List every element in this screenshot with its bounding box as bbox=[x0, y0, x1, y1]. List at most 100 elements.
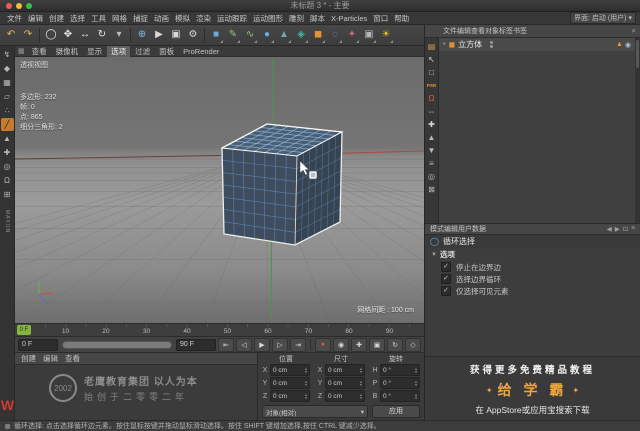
menubar-item[interactable]: 运动图形 bbox=[250, 13, 286, 24]
value-input[interactable]: 0 cm▴▾ bbox=[325, 364, 365, 376]
minimize-window-button[interactable] bbox=[16, 3, 22, 9]
stepper-down-icon[interactable]: ▾ bbox=[305, 383, 307, 386]
start-frame-input[interactable]: 0 F bbox=[18, 339, 58, 351]
checkbox[interactable]: ✓ bbox=[441, 262, 451, 272]
stepper[interactable]: ▴▾ bbox=[415, 367, 417, 373]
arrow-up-icon[interactable]: ▲ bbox=[426, 131, 438, 143]
simulate-button[interactable]: ✦ bbox=[344, 27, 360, 44]
stepper-down-icon[interactable]: ▾ bbox=[415, 370, 417, 373]
polygon-selection-tag[interactable]: ▲ bbox=[616, 41, 623, 49]
menubar-item[interactable]: 动画 bbox=[151, 13, 172, 24]
object-manager-scrollbar[interactable] bbox=[635, 38, 640, 223]
expand-dot[interactable]: • bbox=[443, 41, 445, 48]
menubar-item[interactable]: 运动跟踪 bbox=[214, 13, 250, 24]
stepper[interactable]: ▴▾ bbox=[360, 380, 362, 386]
selection-cursor-icon[interactable]: ↖ bbox=[426, 53, 438, 65]
stepper-down-icon[interactable]: ▾ bbox=[415, 396, 417, 399]
object-manager-menu-item[interactable]: 编辑 bbox=[457, 26, 471, 36]
preview-range-slider[interactable] bbox=[62, 341, 172, 349]
end-frame-input[interactable]: 90 F bbox=[176, 339, 216, 351]
spline-button[interactable]: ∿ bbox=[242, 27, 258, 44]
prev-frame-button[interactable]: ◁ bbox=[236, 338, 252, 352]
object-manager-menu-item[interactable]: 书签 bbox=[513, 26, 527, 36]
stepper-down-icon[interactable]: ▾ bbox=[360, 383, 362, 386]
stepper-down-icon[interactable]: ▾ bbox=[360, 396, 362, 399]
folder-icon[interactable]: ▤ bbox=[426, 40, 438, 52]
field-button[interactable]: ◌ bbox=[327, 27, 343, 44]
rectangle-selection-icon[interactable]: □ bbox=[426, 66, 438, 78]
volume-button[interactable]: ◼ bbox=[310, 27, 326, 44]
menubar-item[interactable]: 渲染 bbox=[193, 13, 214, 24]
visibility-dot[interactable] bbox=[490, 41, 493, 44]
value-input[interactable]: 0 °▴▾ bbox=[380, 364, 420, 376]
menubar-item[interactable]: 工具 bbox=[88, 13, 109, 24]
object-manager-menu-item[interactable]: 查看 bbox=[471, 26, 485, 36]
menubar-item[interactable]: 创建 bbox=[46, 13, 67, 24]
render-settings-button[interactable]: ⚙ bbox=[185, 27, 201, 44]
stepper[interactable]: ▴▾ bbox=[415, 393, 417, 399]
attribute-manager-menu-item[interactable]: 编辑 bbox=[444, 224, 458, 234]
viewport-menu-item[interactable]: 面板 bbox=[155, 46, 178, 57]
model-mode-icon[interactable]: ◆ bbox=[1, 62, 14, 75]
play-button[interactable]: ▶ bbox=[254, 338, 270, 352]
make-editable-icon[interactable]: ↯ bbox=[1, 48, 14, 61]
axis-mode-icon[interactable]: ✚ bbox=[1, 146, 14, 159]
search-icon[interactable]: ⌕ bbox=[632, 26, 636, 36]
stepper[interactable]: ▴▾ bbox=[360, 393, 362, 399]
texture-mode-icon[interactable]: ▦ bbox=[1, 76, 14, 89]
close-window-button[interactable] bbox=[6, 3, 12, 9]
goto-start-button[interactable]: ⇤ bbox=[218, 338, 234, 352]
record-keyframe-button[interactable]: ● bbox=[315, 338, 331, 352]
record-parameter-button[interactable]: ◇ bbox=[405, 338, 421, 352]
stepper[interactable]: ▴▾ bbox=[305, 393, 307, 399]
timeline-ruler[interactable]: 0 F 0102030405060708090 bbox=[15, 323, 424, 337]
extrude-button[interactable]: ▲ bbox=[276, 27, 292, 44]
viewport-menu-item[interactable]: 查看 bbox=[28, 46, 51, 57]
viewport-menu-item[interactable]: 显示 bbox=[83, 46, 106, 57]
lock-icon[interactable]: ⊡ bbox=[623, 225, 628, 233]
viewport-menu-item[interactable]: 摄像机 bbox=[52, 46, 83, 57]
camera-button[interactable]: ▣ bbox=[361, 27, 377, 44]
menu-icon[interactable]: ≡ bbox=[631, 225, 635, 233]
solo-icon[interactable]: ◎ bbox=[426, 170, 438, 182]
viewport-menu-item[interactable]: 选项 bbox=[107, 46, 130, 57]
record-position-button[interactable]: ✚ bbox=[351, 338, 367, 352]
value-input[interactable]: 0 °▴▾ bbox=[380, 377, 420, 389]
value-input[interactable]: 0 cm▴▾ bbox=[325, 390, 365, 402]
material-menu-item[interactable]: 创建 bbox=[21, 353, 36, 364]
cube-primitive-button[interactable]: ■ bbox=[208, 27, 224, 44]
record-scale-button[interactable]: ▣ bbox=[369, 338, 385, 352]
scale-button[interactable]: ↔ bbox=[77, 27, 93, 44]
attribute-manager-menu-item[interactable]: 模式 bbox=[430, 224, 444, 234]
object-row[interactable]: •◼立方体▲◉ bbox=[439, 38, 635, 51]
object-manager-menu-item[interactable]: 文件 bbox=[443, 26, 457, 36]
material-menu-item[interactable]: 编辑 bbox=[43, 353, 58, 364]
magnet-icon[interactable]: Ω bbox=[426, 92, 438, 104]
polygons-mode-icon[interactable]: ▲ bbox=[1, 132, 14, 145]
arrow-down-icon[interactable]: ▼ bbox=[426, 144, 438, 156]
value-input[interactable]: 0 cm▴▾ bbox=[270, 377, 310, 389]
coordinate-system-button[interactable]: ⊕ bbox=[134, 27, 150, 44]
stepper-down-icon[interactable]: ▾ bbox=[415, 383, 417, 386]
display-filter-icon[interactable]: ≡ bbox=[426, 157, 438, 169]
scrollbar-thumb[interactable] bbox=[636, 40, 639, 68]
attribute-manager-menu-item[interactable]: 用户数据 bbox=[458, 224, 486, 234]
points-mode-icon[interactable]: ∴ bbox=[1, 104, 14, 117]
menubar-item[interactable]: 编辑 bbox=[25, 13, 46, 24]
layout-switcher[interactable]: 界面: 启动 (用户) ▾ bbox=[570, 12, 636, 24]
workplane-mode-icon[interactable]: ▱ bbox=[1, 90, 14, 103]
menubar-item[interactable]: 选择 bbox=[67, 13, 88, 24]
menubar-item[interactable]: 脚本 bbox=[307, 13, 328, 24]
current-frame-marker[interactable]: 0 F bbox=[17, 325, 31, 335]
checkbox[interactable]: ✓ bbox=[441, 274, 451, 284]
last-tool-button[interactable]: ▾ bbox=[111, 27, 127, 44]
render-view-button[interactable]: ▶ bbox=[151, 27, 167, 44]
visibility-dot[interactable] bbox=[490, 45, 493, 48]
mirror-icon[interactable]: ⇔ bbox=[426, 105, 438, 117]
menubar-item[interactable]: X-Particles bbox=[328, 14, 370, 23]
autokey-button[interactable]: ◉ bbox=[333, 338, 349, 352]
material-menu-item[interactable]: 查看 bbox=[65, 353, 80, 364]
redo-button[interactable]: ↷ bbox=[20, 27, 36, 44]
value-input[interactable]: 0 cm▴▾ bbox=[270, 364, 310, 376]
menubar-item[interactable]: 窗口 bbox=[370, 13, 391, 24]
